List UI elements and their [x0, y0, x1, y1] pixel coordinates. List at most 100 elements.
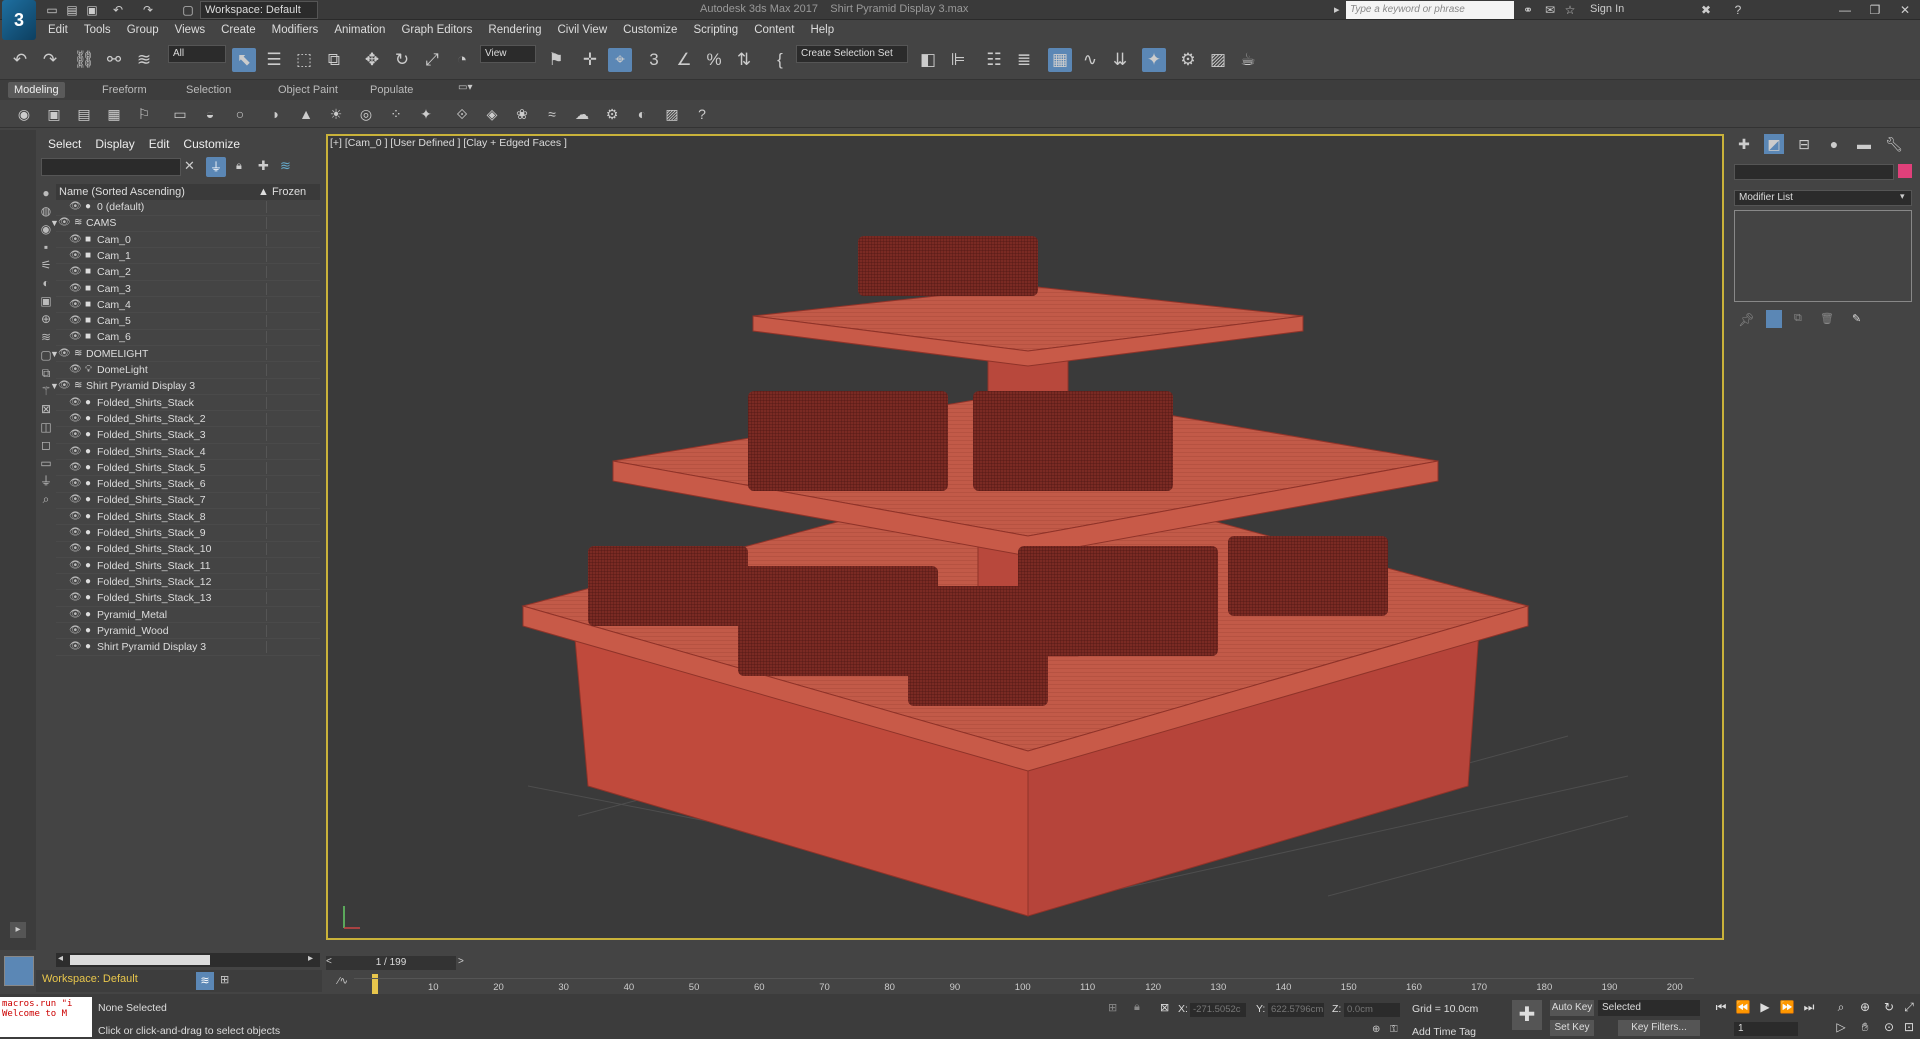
scene-explorer-layers-icon[interactable]: ≋ [196, 972, 214, 990]
visibility-icon[interactable]: 👁︎ [69, 329, 82, 345]
frozen-cell[interactable] [266, 478, 316, 491]
ribbon-options-icon[interactable]: ▭▾ [458, 82, 472, 93]
particles-icon[interactable]: ⁘ [386, 104, 406, 124]
object-name-input[interactable] [1734, 164, 1894, 180]
prev-frame-arrow-icon[interactable]: < [326, 956, 332, 967]
layers-icon[interactable]: ≋ [280, 158, 291, 174]
ribbon-tab-modeling[interactable]: Modeling [8, 82, 65, 98]
frozen-cell[interactable] [266, 298, 316, 311]
menu-edit[interactable]: Edit [40, 20, 76, 40]
frozen-cell[interactable] [266, 396, 316, 409]
next-frame-arrow-icon[interactable]: > [458, 956, 464, 967]
maximize-viewport-icon[interactable]: ⤢ [1900, 1000, 1918, 1015]
walk-icon[interactable]: ⊙ [1880, 1020, 1898, 1034]
minimize-button[interactable]: — [1830, 2, 1860, 18]
modify-tab-icon[interactable]: ◩ [1764, 134, 1784, 154]
scene-row[interactable]: 👁︎ ■ Cam_5 [56, 313, 320, 330]
modifier-stack[interactable] [1734, 210, 1912, 302]
menu-civil-view[interactable]: Civil View [549, 20, 615, 40]
menu-tools[interactable]: Tools [76, 20, 119, 40]
favorites-icon[interactable]: ☆ [1562, 2, 1578, 18]
visibility-icon[interactable]: 👁︎ [69, 541, 82, 557]
ribbon-tab-object-paint[interactable]: Object Paint [272, 82, 344, 98]
pivot-icon[interactable]: ⚑ [544, 48, 568, 72]
scene-row[interactable]: 👁︎ ● Folded_Shirts_Stack_8 [56, 509, 320, 526]
containers-icon[interactable]: ⊠ [39, 402, 53, 416]
spacewarps-icon[interactable]: ≋ [39, 330, 53, 344]
frozen-cell[interactable] [266, 575, 316, 588]
helpers-icon[interactable]: ⊕ [39, 312, 53, 326]
motion-tab-icon[interactable]: ● [1824, 134, 1844, 154]
workspace-selector[interactable]: Workspace: Default [42, 973, 138, 985]
visibility-icon[interactable]: 👁︎ [69, 509, 82, 525]
window-crossing-icon[interactable]: ⧉ [322, 48, 346, 72]
sort-hierarchy-icon[interactable]: ⊞ [220, 973, 229, 986]
new-file-icon[interactable]: ▭ [44, 2, 60, 18]
link-icon[interactable]: ⛓ [72, 48, 96, 72]
hair-icon[interactable]: ≈ [542, 104, 562, 124]
scene-row[interactable]: 👁︎ ■ Cam_2 [56, 264, 320, 281]
light-icon[interactable]: ◎ [356, 104, 376, 124]
scene-row[interactable]: 👁︎ ● Folded_Shirts_Stack_10 [56, 541, 320, 558]
geometry-icon[interactable]: ▪ [39, 240, 53, 254]
filter-icon[interactable]: ⏚ [39, 474, 53, 488]
plane-icon[interactable]: ▣ [44, 104, 64, 124]
scene-row[interactable]: 👁︎ ● Pyramid_Wood [56, 623, 320, 640]
select-all-icon[interactable]: ● [39, 186, 53, 200]
visibility-icon[interactable]: 👁︎ [69, 313, 82, 329]
undo-icon[interactable]: ↶ [110, 2, 126, 18]
viewport-layout-icon[interactable] [4, 956, 34, 986]
workspace-dropdown[interactable]: Workspace: Default [200, 1, 318, 19]
app-logo-icon[interactable]: 3 [2, 0, 36, 40]
menu-create[interactable]: Create [213, 20, 264, 40]
visibility-icon[interactable]: 👁︎ [69, 427, 82, 443]
frozen-cell[interactable] [266, 510, 316, 523]
help-icon[interactable]: ? [692, 104, 712, 124]
hierarchy-tab-icon[interactable]: ⊟ [1794, 134, 1814, 154]
show-end-result-icon[interactable] [1766, 310, 1782, 328]
key-filters-button[interactable]: Key Filters... [1618, 1020, 1700, 1036]
ivy-icon[interactable]: ❀ [512, 104, 532, 124]
binoculars-icon[interactable]: ⚭ [1520, 2, 1536, 18]
scene-row[interactable]: 👁︎ 💡︎ DomeLight [56, 362, 320, 379]
clear-search-icon[interactable]: ✕ [184, 158, 195, 174]
frozen-cell[interactable] [266, 266, 316, 279]
open-file-icon[interactable]: ▤ [64, 2, 80, 18]
shapes-icon[interactable]: ⚟ [39, 258, 53, 272]
make-unique-icon[interactable]: ⧉ [1794, 312, 1802, 325]
undo-icon[interactable]: ↶ [8, 48, 32, 72]
scene-row[interactable]: 👁︎ ● Folded_Shirts_Stack_6 [56, 476, 320, 493]
visibility-icon[interactable]: 👁︎ [69, 558, 82, 574]
visibility-icon[interactable]: 👁︎ [69, 623, 82, 639]
layer-explorer-icon[interactable]: ≣ [1012, 48, 1036, 72]
snaps-toggle-icon[interactable]: 3 [642, 48, 666, 72]
cylinder-icon[interactable]: ◒ [200, 104, 220, 124]
unlink-icon[interactable]: ⚯ [102, 48, 126, 72]
select-by-name-icon[interactable]: ☰ [262, 48, 286, 72]
scene-row[interactable]: 👁︎ ■ Cam_3 [56, 281, 320, 297]
visibility-icon[interactable]: 👁︎ [69, 199, 82, 215]
name-column-header[interactable]: Name (Sorted Ascending) [59, 184, 185, 200]
visibility-icon[interactable]: 👁︎ [69, 395, 82, 411]
maximize-button[interactable]: ❐ [1860, 2, 1890, 18]
scene-explorer-tab-select[interactable]: Select [48, 137, 81, 151]
scene-explorer-tab-edit[interactable]: Edit [149, 137, 170, 151]
visibility-icon[interactable]: 👁︎ [58, 215, 71, 231]
visibility-icon[interactable]: 👁︎ [69, 460, 82, 476]
pan-icon[interactable]: ✋︎ [1856, 1020, 1874, 1035]
lock-icon[interactable]: ⚿ [1390, 1024, 1398, 1035]
auto-key-button[interactable]: Auto Key [1550, 1000, 1594, 1016]
render-production-icon[interactable]: ☕ [1236, 48, 1260, 72]
go-to-end-icon[interactable]: ⏭ [1800, 1000, 1818, 1015]
visibility-icon[interactable]: 👁︎ [69, 492, 82, 508]
bend-icon[interactable]: ✦ [416, 104, 436, 124]
zoom-all-icon[interactable]: ⊕ [1856, 1000, 1874, 1014]
menu-help[interactable]: Help [802, 20, 842, 40]
angle-snap-icon[interactable]: ∠ [672, 48, 696, 72]
frozen-column-header[interactable]: ▲ Frozen [258, 184, 306, 200]
scene-explorer-tab-customize[interactable]: Customize [183, 137, 240, 151]
visibility-icon[interactable]: 👁︎ [58, 346, 71, 362]
visibility-icon[interactable]: 👁︎ [69, 607, 82, 623]
utilities-tab-icon[interactable]: 🔧︎ [1884, 134, 1904, 154]
object-color-swatch[interactable] [1898, 164, 1912, 178]
